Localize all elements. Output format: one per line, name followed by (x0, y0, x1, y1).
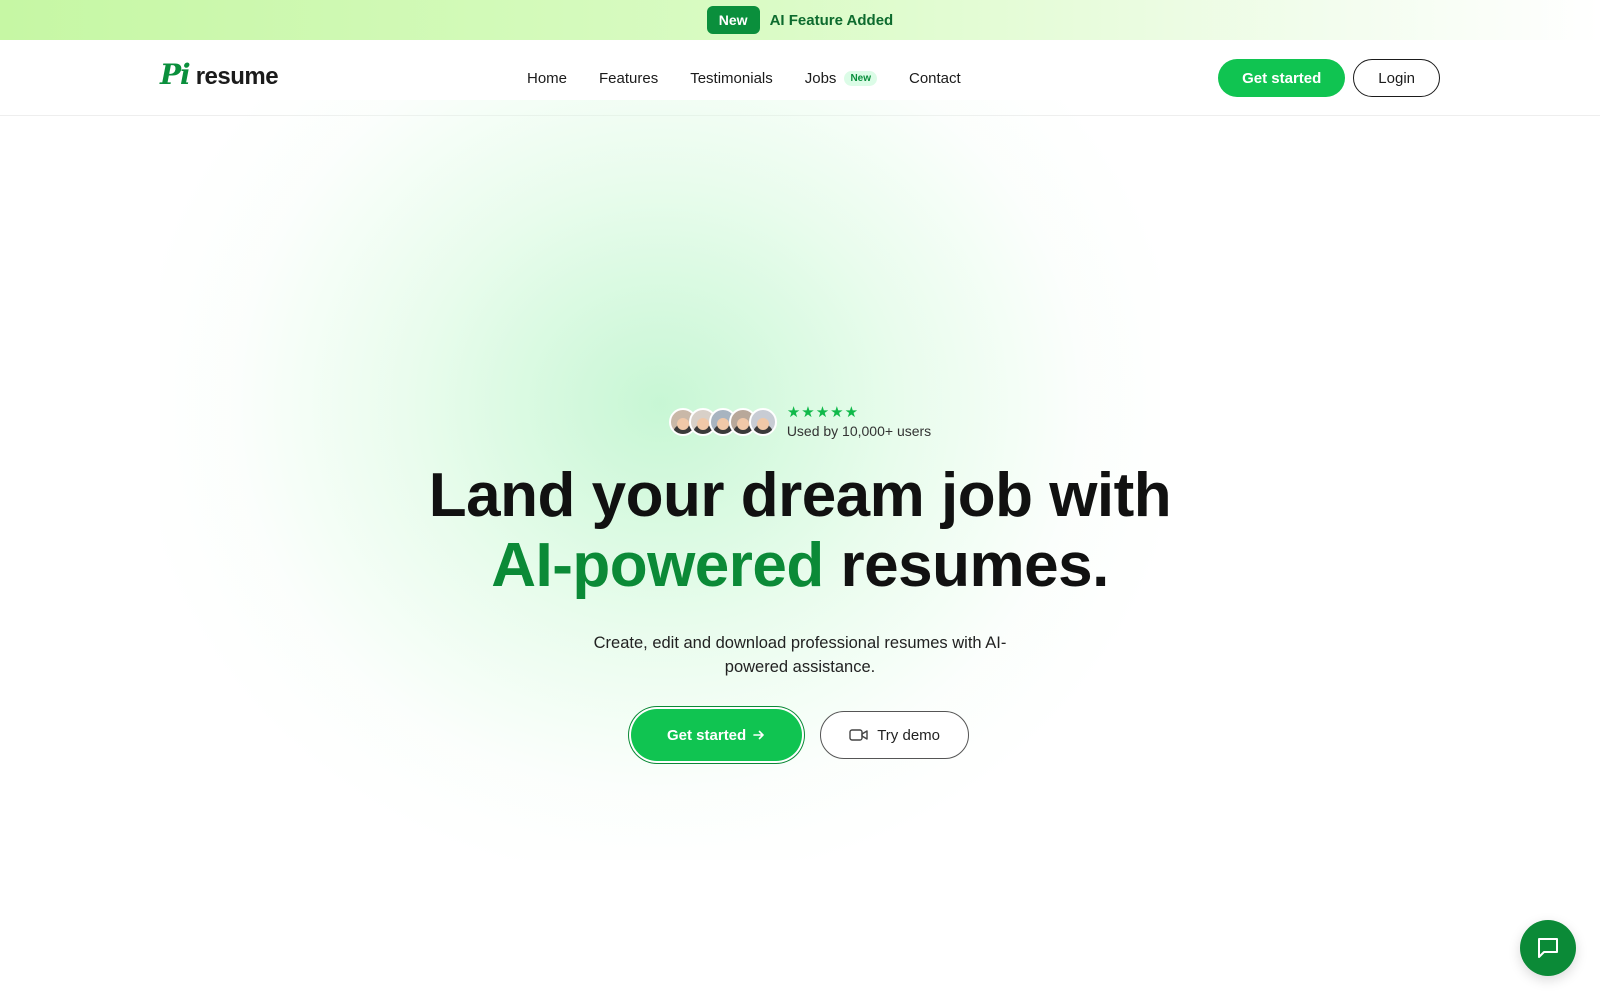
announcement-bar[interactable]: New AI Feature Added (0, 0, 1600, 40)
hero-get-started-button[interactable]: Get started (631, 709, 803, 761)
nav-item-label: Features (599, 69, 659, 87)
nav-item-label: Contact (909, 69, 961, 87)
nav-item-features[interactable]: Features (599, 70, 658, 87)
nav-item-label: Home (527, 69, 568, 87)
login-button[interactable]: Login (1353, 59, 1440, 97)
nav-actions: Get started Login (1218, 59, 1440, 97)
get-started-button[interactable]: Get started (1218, 59, 1346, 97)
logo-mark: Pi (160, 58, 191, 91)
try-demo-button[interactable]: Try demo (820, 711, 969, 759)
headline-rest: resumes. (840, 531, 1110, 600)
chat-bubble-icon (1538, 938, 1558, 958)
nav-item-contact[interactable]: Contact (909, 70, 961, 87)
main-menu: Home Features Testimonials Jobs New Cont… (527, 40, 961, 116)
users-count-text: Used by 10,000+ users (786, 423, 932, 439)
announcement-badge: New (706, 6, 760, 34)
nav-item-label: Jobs (804, 69, 837, 87)
nav-item-home[interactable]: Home (527, 70, 567, 87)
user-avatars (668, 408, 777, 436)
nav-item-jobs[interactable]: Jobs New (805, 70, 877, 87)
rating: ★★★★★ Used by 10,000+ users (786, 404, 932, 440)
arrow-right-icon (753, 730, 765, 740)
try-demo-label: Try demo (877, 726, 940, 744)
nav-item-label: Testimonials (690, 69, 773, 87)
hero-subtitle: Create, edit and download professional r… (593, 634, 1007, 676)
hero-cta-group: Get started Try demo (631, 709, 969, 761)
hero-section: ★★★★★ Used by 10,000+ users Land your dr… (0, 405, 1600, 761)
chat-widget-button[interactable] (1520, 920, 1576, 976)
headline-accent: AI-powered (491, 531, 824, 600)
jobs-new-badge: New (844, 70, 877, 86)
video-camera-icon (849, 729, 868, 741)
hero-headline: Land your dream job with AI-powered resu… (428, 461, 1172, 601)
hero-get-started-label: Get started (667, 726, 747, 744)
nav-item-testimonials[interactable]: Testimonials (690, 70, 773, 87)
logo[interactable]: Pi resume (160, 58, 279, 91)
logo-text: resume (195, 63, 279, 90)
headline-line1: Land your dream job with (428, 461, 1172, 530)
navbar: Pi resume Home Features Testimonials Job… (0, 40, 1600, 116)
social-proof: ★★★★★ Used by 10,000+ users (668, 404, 932, 440)
star-rating-icon: ★★★★★ (786, 404, 860, 421)
avatar (748, 408, 777, 436)
announcement-message: AI Feature Added (769, 11, 894, 29)
